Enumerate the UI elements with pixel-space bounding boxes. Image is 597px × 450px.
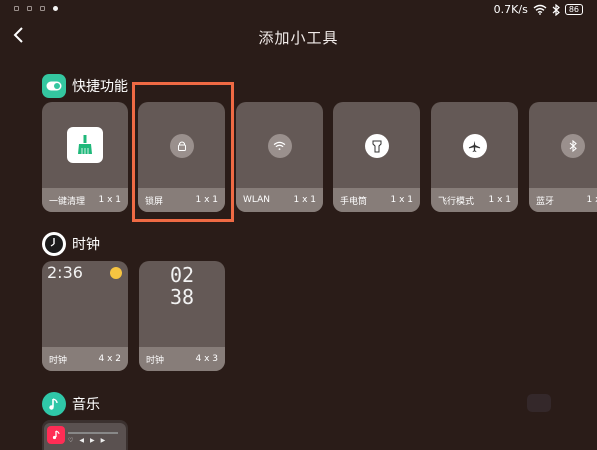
music-app-icon bbox=[42, 392, 66, 416]
tile-label: 一键清理 1 x 1 bbox=[42, 188, 128, 212]
section-title: 音乐 bbox=[72, 397, 100, 413]
background-shape bbox=[527, 394, 551, 412]
widget-label: 时钟 4 x 3 bbox=[139, 347, 225, 371]
section-quick-header: 快捷功能 bbox=[42, 74, 128, 98]
tile-name: 飞行模式 bbox=[438, 196, 475, 207]
digital-clock: 02 38 bbox=[139, 264, 225, 308]
tile-cleanup[interactable]: 一键清理 1 x 1 bbox=[42, 102, 128, 212]
tile-label: 飞行模式 1 x 1 bbox=[431, 188, 518, 212]
tile-name: 手电筒 bbox=[340, 196, 368, 207]
tile-label: WLAN 1 x 1 bbox=[236, 188, 323, 212]
tile-size: 1 x 1 bbox=[586, 195, 597, 205]
status-bar: 0.7K/s 86 bbox=[0, 0, 597, 22]
wifi-icon bbox=[267, 134, 292, 158]
tile-name: WLAN bbox=[243, 195, 271, 205]
section-music-header: 音乐 bbox=[42, 392, 100, 416]
heart-icon: ♡ bbox=[68, 437, 74, 444]
tile-bluetooth[interactable]: 蓝牙 1 x 1 bbox=[529, 102, 597, 212]
flashlight-icon bbox=[364, 134, 389, 158]
selection-highlight bbox=[132, 82, 234, 222]
tile-airplane-mode[interactable]: 飞行模式 1 x 1 bbox=[431, 102, 518, 212]
bluetooth-icon bbox=[552, 3, 560, 16]
widget-name: 时钟 bbox=[49, 355, 68, 366]
tile-label: 蓝牙 1 x 1 bbox=[529, 188, 597, 212]
tile-size: 1 x 1 bbox=[98, 195, 122, 205]
music-player-preview: ♡ ◀ ▶ ▶ bbox=[44, 423, 126, 450]
status-mini-icon bbox=[27, 6, 32, 11]
section-clock-header: 时钟 bbox=[42, 232, 100, 256]
widget-clock-4x3[interactable]: 02 38 时钟 4 x 3 bbox=[139, 261, 225, 371]
status-mini-icon bbox=[40, 6, 45, 11]
battery-icon: 86 bbox=[564, 4, 583, 15]
clock-minute: 38 bbox=[169, 285, 195, 309]
clock-hour: 02 bbox=[169, 263, 195, 287]
section-title: 时钟 bbox=[72, 237, 100, 253]
tile-size: 1 x 1 bbox=[293, 195, 317, 205]
sun-icon bbox=[110, 267, 122, 279]
section-title: 快捷功能 bbox=[72, 79, 128, 95]
status-mini-icon bbox=[14, 6, 19, 11]
previous-icon: ◀ bbox=[79, 437, 85, 444]
music-controls: ♡ ◀ ▶ ▶ bbox=[68, 437, 105, 444]
music-progress-bar bbox=[68, 432, 118, 434]
page-title: 添加小工具 bbox=[258, 29, 339, 47]
network-speed: 0.7K/s bbox=[493, 3, 528, 16]
tile-name: 蓝牙 bbox=[536, 196, 555, 207]
status-left-icons bbox=[14, 6, 58, 11]
tile-label: 手电筒 1 x 1 bbox=[333, 188, 420, 212]
widget-clock-4x2[interactable]: 2:36 时钟 4 x 2 bbox=[42, 261, 128, 371]
tile-flashlight[interactable]: 手电筒 1 x 1 bbox=[333, 102, 420, 212]
music-note-icon bbox=[47, 426, 65, 444]
widget-name: 时钟 bbox=[146, 355, 165, 366]
toggle-icon bbox=[42, 74, 66, 98]
clock-time: 2:36 bbox=[47, 263, 83, 282]
clock-icon bbox=[42, 232, 66, 256]
widget-size: 4 x 3 bbox=[195, 354, 219, 364]
widget-label: 时钟 4 x 2 bbox=[42, 347, 128, 371]
tile-size: 1 x 1 bbox=[390, 195, 414, 205]
tile-size: 1 x 1 bbox=[488, 195, 512, 205]
widget-music[interactable]: ♡ ◀ ▶ ▶ bbox=[42, 420, 128, 450]
play-icon: ▶ bbox=[90, 437, 95, 444]
bluetooth-icon bbox=[560, 134, 585, 158]
status-right: 0.7K/s 86 bbox=[494, 3, 583, 16]
widget-size: 4 x 2 bbox=[98, 354, 122, 364]
tile-wlan[interactable]: WLAN 1 x 1 bbox=[236, 102, 323, 212]
tile-name: 一键清理 bbox=[49, 196, 86, 207]
broom-icon bbox=[67, 127, 103, 163]
notification-dot-icon bbox=[53, 6, 58, 11]
wifi-icon bbox=[533, 4, 547, 15]
next-icon: ▶ bbox=[100, 437, 106, 444]
airplane-icon bbox=[462, 134, 487, 158]
